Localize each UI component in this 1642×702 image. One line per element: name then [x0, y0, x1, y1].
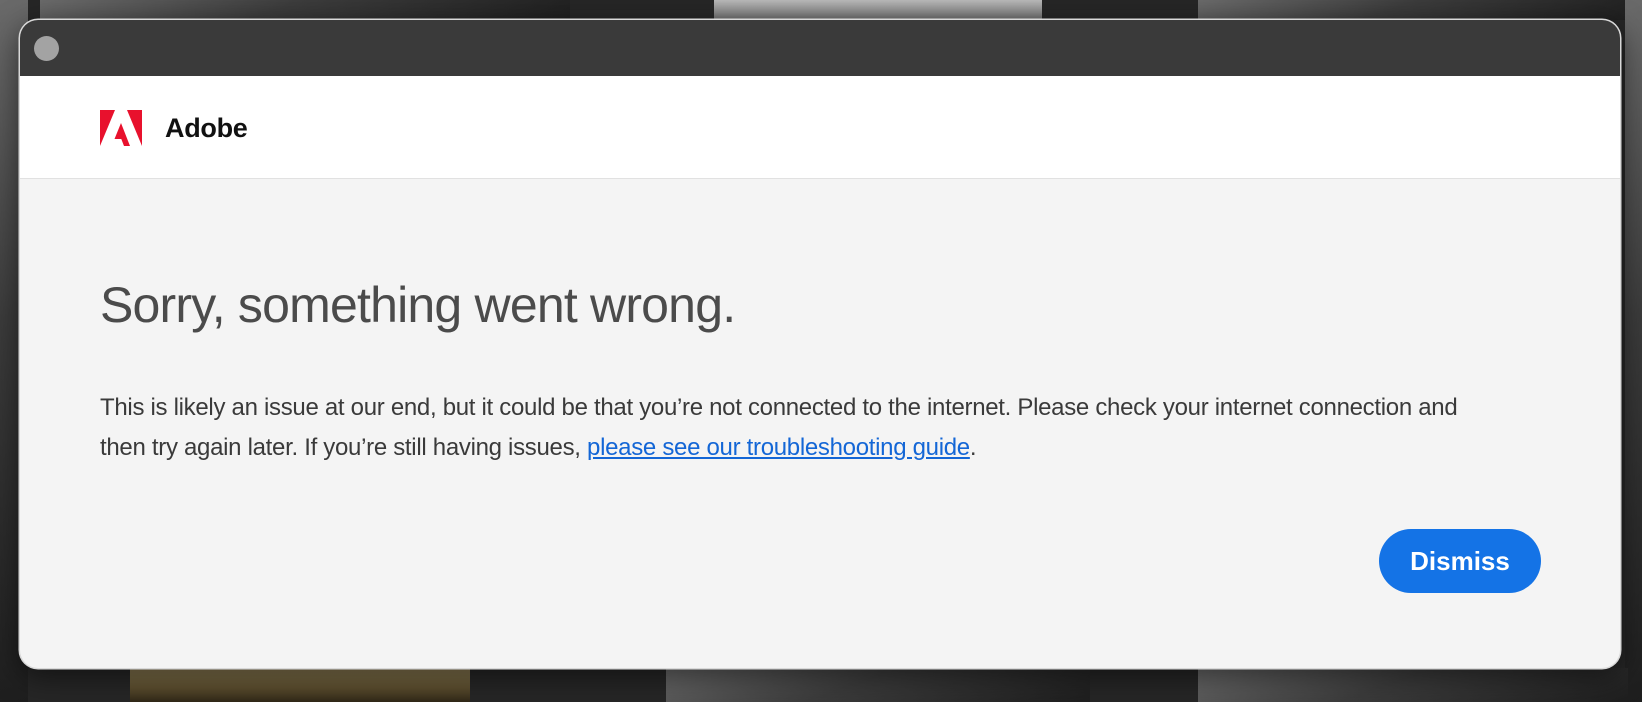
troubleshooting-guide-link[interactable]: please see our troubleshooting guide — [587, 434, 970, 461]
background-photo — [130, 668, 470, 702]
error-heading: Sorry, something went wrong. — [100, 277, 736, 333]
brand-name: Adobe — [165, 113, 248, 143]
window-titlebar — [20, 20, 1620, 76]
dismiss-button[interactable]: Dismiss — [1379, 529, 1541, 593]
error-message-end: . — [969, 434, 977, 461]
background-photo — [714, 0, 1042, 20]
background-photo — [666, 668, 1090, 702]
error-message: This is likely an issue at our end, but … — [100, 388, 1500, 468]
background-photo — [40, 0, 570, 20]
error-dialog: Adobe Sorry, something went wrong. This … — [20, 20, 1620, 668]
background-photo — [1198, 668, 1628, 702]
window-close-button[interactable] — [34, 36, 59, 61]
background-photo — [1625, 0, 1642, 702]
adobe-logo-icon — [100, 110, 142, 146]
dialog-header: Adobe — [20, 76, 1620, 179]
background-photo — [1198, 0, 1628, 20]
